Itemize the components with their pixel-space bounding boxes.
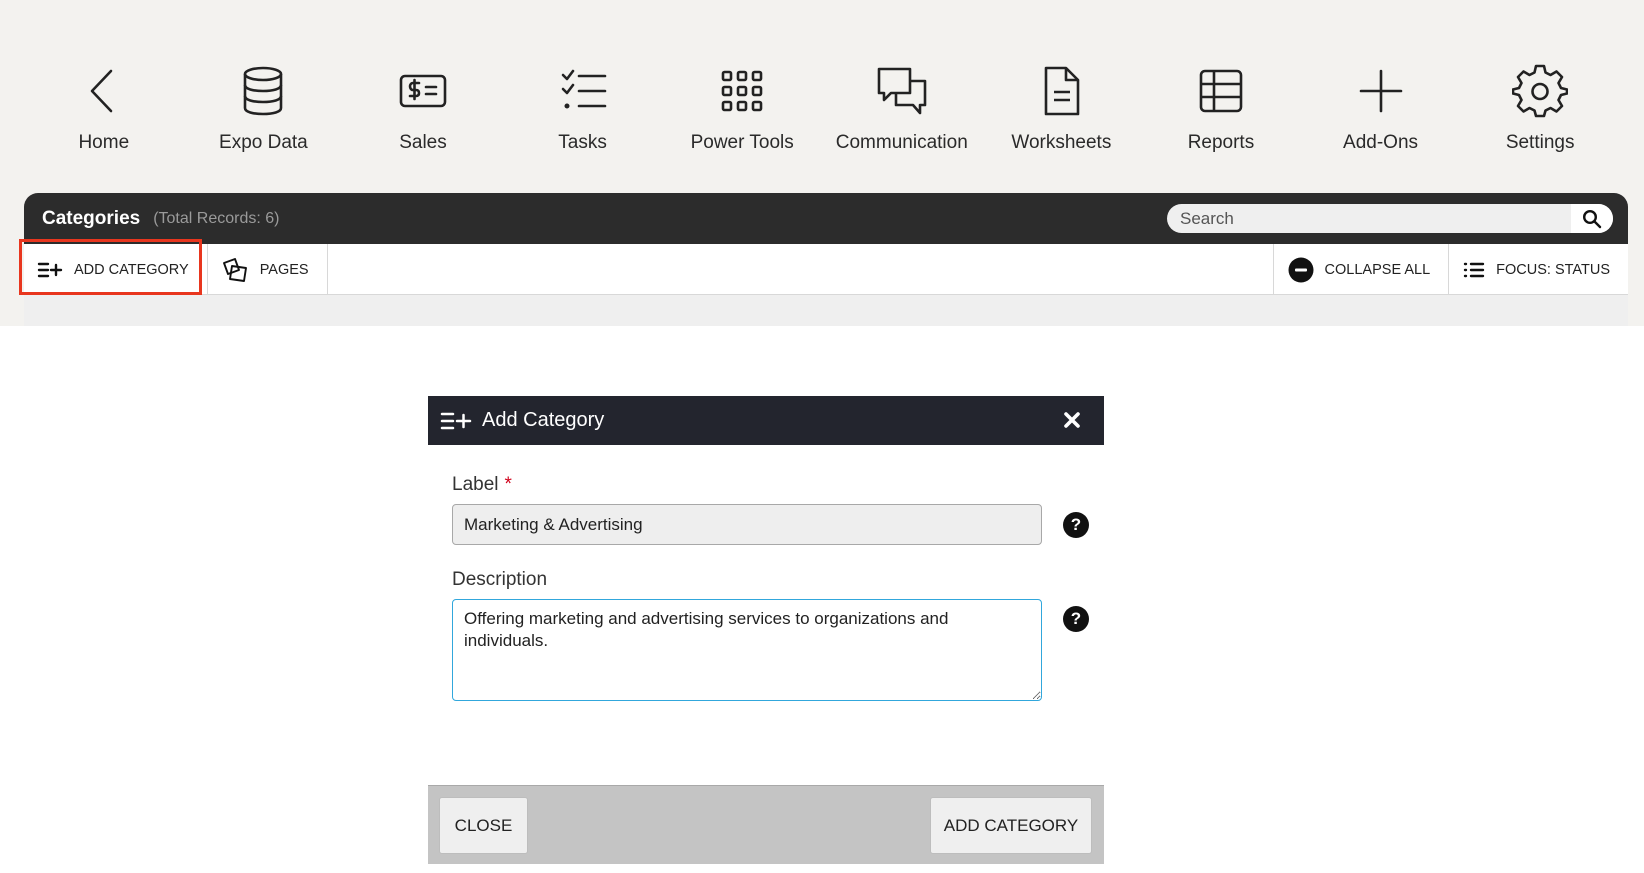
panel-title: Categories [42,207,141,229]
label-field-label: Label * [452,474,512,496]
nav-label: Power Tools [690,132,794,153]
pages-label: PAGES [259,261,309,278]
label-input[interactable] [452,504,1042,545]
help-icon[interactable]: ? [1063,512,1089,538]
nav-item-communication[interactable]: Communication [822,60,982,170]
focus-status-button[interactable]: FOCUS: STATUS [1448,244,1628,295]
collapse-all-label: COLLAPSE ALL [1324,261,1431,278]
toolbar: ADD CATEGORY PAGES COLLAPSE ALL FOCUS: S… [24,244,1628,295]
add-category-label: ADD CATEGORY [74,261,189,278]
description-field-label: Description [452,569,548,590]
nav-label: Expo Data [219,132,308,153]
gear-icon [1509,60,1571,122]
plus-icon [1350,60,1412,122]
toolbar-right: COLLAPSE ALL FOCUS: STATUS [1272,244,1628,295]
search-icon [1582,209,1602,228]
collapse-minus-icon [1288,257,1314,282]
nav-item-settings[interactable]: Settings [1460,60,1620,170]
main-nav: Home Expo Data Sales Tasks Power Tools C… [24,60,1620,170]
nav-item-reports[interactable]: Reports [1141,60,1301,170]
nav-item-worksheets[interactable]: Worksheets [982,60,1142,170]
nav-label: Communication [835,132,968,153]
list-add-icon [37,262,63,277]
document-icon [1030,60,1092,122]
description-input[interactable]: Offering marketing and advertising servi… [452,599,1042,701]
database-icon [232,60,294,122]
close-button[interactable]: CLOSE [439,797,528,854]
add-category-toolbar-button[interactable]: ADD CATEGORY [24,244,208,295]
collapse-all-button[interactable]: COLLAPSE ALL [1272,244,1449,295]
pages-button[interactable]: PAGES [208,244,328,295]
nav-label: Worksheets [1011,132,1112,153]
list-add-icon [440,412,472,429]
nav-label: Sales [399,132,447,153]
help-icon[interactable]: ? [1063,606,1089,632]
nav-label: Add-Ons [1343,132,1419,153]
required-marker: * [504,474,512,495]
search-box [1167,204,1613,233]
search-input[interactable] [1167,208,1571,229]
label-field-text: Label [452,474,499,495]
list-icon [1463,262,1485,277]
modal-footer: CLOSE ADD CATEGORY [428,785,1104,864]
dollar-bill-icon [392,60,454,122]
record-count: (Total Records: 6) [153,209,280,227]
checklist-icon [552,60,614,122]
focus-status-label: FOCUS: STATUS [1496,261,1610,278]
modal-title: Add Category [482,409,605,431]
nav-label: Home [78,132,130,153]
nav-item-power-tools[interactable]: Power Tools [662,60,822,170]
chevron-left-icon [73,60,135,122]
pages-icon [222,257,247,282]
panel-header: Categories (Total Records: 6) [24,193,1628,244]
nav-item-home[interactable]: Home [24,60,184,170]
nav-item-add-ons[interactable]: Add-Ons [1301,60,1461,170]
add-category-button[interactable]: ADD CATEGORY [930,797,1092,854]
search-button[interactable] [1571,204,1613,233]
add-category-modal: Add Category Label* ? Description Offeri… [428,396,1104,864]
nav-label: Settings [1505,132,1575,153]
categories-panel: Categories (Total Records: 6) ADD CATEGO… [24,193,1628,326]
nav-label: Tasks [558,132,607,153]
modal-header: Add Category [428,396,1104,445]
nav-item-expo-data[interactable]: Expo Data [184,60,344,170]
nav-label: Reports [1187,132,1255,153]
nav-item-sales[interactable]: Sales [343,60,503,170]
app-background: Home Expo Data Sales Tasks Power Tools C… [0,0,1644,326]
grid-dots-icon [711,60,773,122]
nav-item-tasks[interactable]: Tasks [503,60,663,170]
table-icon [1190,60,1252,122]
chat-bubbles-icon [871,60,933,122]
close-icon[interactable] [1060,408,1084,432]
